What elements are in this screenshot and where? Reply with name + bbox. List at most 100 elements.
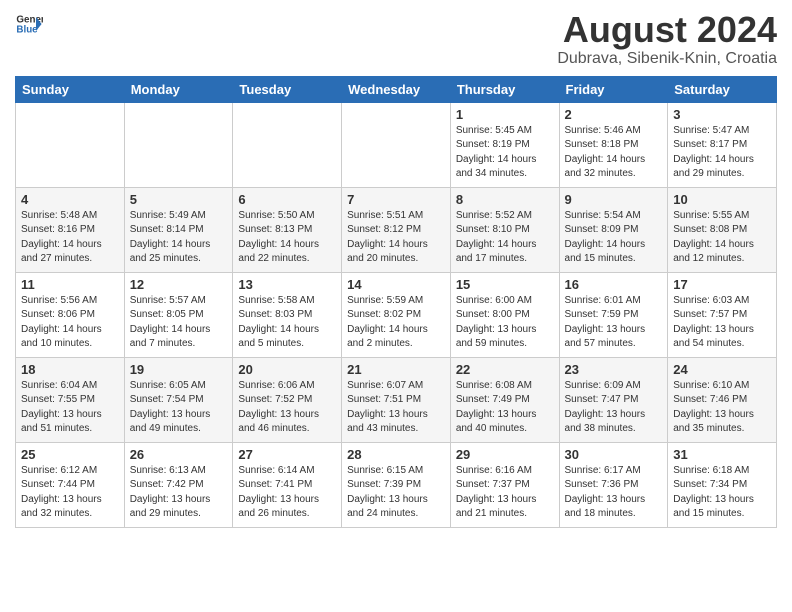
day-number: 8: [456, 192, 554, 207]
day-number: 7: [347, 192, 445, 207]
day-info: Sunrise: 5:56 AM Sunset: 8:06 PM Dayligh…: [21, 294, 119, 352]
day-info: Sunrise: 6:10 AM Sunset: 7:46 PM Dayligh…: [673, 379, 771, 437]
calendar-cell: 22 Sunrise: 6:08 AM Sunset: 7:49 PM Dayli…: [450, 357, 559, 442]
day-number: 10: [673, 192, 771, 207]
weekday-header-tuesday: Tuesday: [233, 76, 342, 102]
calendar-cell: 2Sunrise: 5:46 AM Sunset: 8:18 PM Daylig…: [559, 102, 668, 187]
calendar-cell: 20Sunrise: 6:06 AM Sunset: 7:52 PM Dayli…: [233, 357, 342, 442]
title-area: August 2024 Dubrava, Sibenik-Knin, Croat…: [557, 10, 777, 68]
location: Dubrava, Sibenik-Knin, Croatia: [557, 50, 777, 68]
day-number: 23: [565, 362, 663, 377]
day-number: 3: [673, 107, 771, 122]
calendar-cell: 4 Sunrise: 5:48 AM Sunset: 8:16 PM Daylig…: [16, 187, 125, 272]
day-number: 24: [673, 362, 771, 377]
day-info: Sunrise: 6:14 AM Sunset: 7:41 PM Dayligh…: [238, 464, 336, 522]
week-row-2: 11 Sunrise: 5:56 AM Sunset: 8:06 PM Dayli…: [16, 272, 777, 357]
calendar-cell: [233, 102, 342, 187]
day-info: Sunrise: 6:09 AM Sunset: 7:47 PM Dayligh…: [565, 379, 663, 437]
day-info: Sunrise: 6:16 AM Sunset: 7:37 PM Dayligh…: [456, 464, 554, 522]
day-number: 30: [565, 447, 663, 462]
day-info: Sunrise: 5:54 AM Sunset: 8:09 PM Dayligh…: [565, 209, 663, 267]
day-info: Sunrise: 6:04 AM Sunset: 7:55 PM Dayligh…: [21, 379, 119, 437]
header: General Blue August 2024 Dubrava, Sibeni…: [15, 10, 777, 68]
calendar-cell: 15Sunrise: 6:00 AM Sunset: 8:00 PM Dayli…: [450, 272, 559, 357]
calendar-cell: 16 Sunrise: 6:01 AM Sunset: 7:59 PM Dayli…: [559, 272, 668, 357]
day-number: 4: [21, 192, 119, 207]
day-info: Sunrise: 5:55 AM Sunset: 8:08 PM Dayligh…: [673, 209, 771, 267]
calendar-cell: 29 Sunrise: 6:16 AM Sunset: 7:37 PM Dayli…: [450, 442, 559, 527]
calendar-cell: 27Sunrise: 6:14 AM Sunset: 7:41 PM Dayli…: [233, 442, 342, 527]
calendar-cell: 14 Sunrise: 5:59 AM Sunset: 8:02 PM Dayli…: [342, 272, 451, 357]
calendar-cell: 19 Sunrise: 6:05 AM Sunset: 7:54 PM Dayli…: [124, 357, 233, 442]
weekday-header-wednesday: Wednesday: [342, 76, 451, 102]
day-info: Sunrise: 5:48 AM Sunset: 8:16 PM Dayligh…: [21, 209, 119, 267]
day-number: 15: [456, 277, 554, 292]
day-number: 31: [673, 447, 771, 462]
day-number: 25: [21, 447, 119, 462]
day-info: Sunrise: 6:12 AM Sunset: 7:44 PM Dayligh…: [21, 464, 119, 522]
calendar-cell: 1Sunrise: 5:45 AM Sunset: 8:19 PM Daylig…: [450, 102, 559, 187]
day-number: 11: [21, 277, 119, 292]
calendar-table: SundayMondayTuesdayWednesdayThursdayFrid…: [15, 76, 777, 528]
day-number: 16: [565, 277, 663, 292]
day-number: 14: [347, 277, 445, 292]
day-number: 22: [456, 362, 554, 377]
week-row-1: 4 Sunrise: 5:48 AM Sunset: 8:16 PM Daylig…: [16, 187, 777, 272]
day-number: 18: [21, 362, 119, 377]
day-info: Sunrise: 6:15 AM Sunset: 7:39 PM Dayligh…: [347, 464, 445, 522]
calendar-cell: 7 Sunrise: 5:51 AM Sunset: 8:12 PM Daylig…: [342, 187, 451, 272]
day-info: Sunrise: 6:08 AM Sunset: 7:49 PM Dayligh…: [456, 379, 554, 437]
day-number: 12: [130, 277, 228, 292]
day-info: Sunrise: 6:03 AM Sunset: 7:57 PM Dayligh…: [673, 294, 771, 352]
logo: General Blue: [15, 10, 43, 38]
calendar-cell: 5 Sunrise: 5:49 AM Sunset: 8:14 PM Daylig…: [124, 187, 233, 272]
calendar-cell: [342, 102, 451, 187]
day-info: Sunrise: 6:05 AM Sunset: 7:54 PM Dayligh…: [130, 379, 228, 437]
day-number: 29: [456, 447, 554, 462]
calendar-cell: [124, 102, 233, 187]
calendar-cell: 26 Sunrise: 6:13 AM Sunset: 7:42 PM Dayli…: [124, 442, 233, 527]
calendar-cell: 11 Sunrise: 5:56 AM Sunset: 8:06 PM Dayli…: [16, 272, 125, 357]
calendar-cell: 30Sunrise: 6:17 AM Sunset: 7:36 PM Dayli…: [559, 442, 668, 527]
calendar-cell: 17 Sunrise: 6:03 AM Sunset: 7:57 PM Dayli…: [668, 272, 777, 357]
calendar-cell: 6 Sunrise: 5:50 AM Sunset: 8:13 PM Daylig…: [233, 187, 342, 272]
svg-text:Blue: Blue: [16, 24, 38, 35]
day-info: Sunrise: 6:18 AM Sunset: 7:34 PM Dayligh…: [673, 464, 771, 522]
day-info: Sunrise: 6:01 AM Sunset: 7:59 PM Dayligh…: [565, 294, 663, 352]
day-info: Sunrise: 5:52 AM Sunset: 8:10 PM Dayligh…: [456, 209, 554, 267]
day-info: Sunrise: 5:47 AM Sunset: 8:17 PM Dayligh…: [673, 124, 771, 182]
day-info: Sunrise: 5:59 AM Sunset: 8:02 PM Dayligh…: [347, 294, 445, 352]
day-info: Sunrise: 5:50 AM Sunset: 8:13 PM Dayligh…: [238, 209, 336, 267]
day-info: Sunrise: 5:57 AM Sunset: 8:05 PM Dayligh…: [130, 294, 228, 352]
calendar-cell: 18 Sunrise: 6:04 AM Sunset: 7:55 PM Dayli…: [16, 357, 125, 442]
calendar-cell: 13 Sunrise: 5:58 AM Sunset: 8:03 PM Dayli…: [233, 272, 342, 357]
day-info: Sunrise: 6:13 AM Sunset: 7:42 PM Dayligh…: [130, 464, 228, 522]
day-number: 17: [673, 277, 771, 292]
logo-icon: General Blue: [15, 10, 43, 38]
calendar-cell: 31 Sunrise: 6:18 AM Sunset: 7:34 PM Dayli…: [668, 442, 777, 527]
calendar-cell: 9Sunrise: 5:54 AM Sunset: 8:09 PM Daylig…: [559, 187, 668, 272]
week-row-4: 25 Sunrise: 6:12 AM Sunset: 7:44 PM Dayli…: [16, 442, 777, 527]
calendar-cell: 25 Sunrise: 6:12 AM Sunset: 7:44 PM Dayli…: [16, 442, 125, 527]
calendar-cell: 3 Sunrise: 5:47 AM Sunset: 8:17 PM Daylig…: [668, 102, 777, 187]
weekday-header-thursday: Thursday: [450, 76, 559, 102]
weekday-header-sunday: Sunday: [16, 76, 125, 102]
day-info: Sunrise: 6:06 AM Sunset: 7:52 PM Dayligh…: [238, 379, 336, 437]
day-number: 21: [347, 362, 445, 377]
weekday-header-row: SundayMondayTuesdayWednesdayThursdayFrid…: [16, 76, 777, 102]
day-info: Sunrise: 5:45 AM Sunset: 8:19 PM Dayligh…: [456, 124, 554, 182]
day-info: Sunrise: 5:49 AM Sunset: 8:14 PM Dayligh…: [130, 209, 228, 267]
day-number: 26: [130, 447, 228, 462]
day-number: 2: [565, 107, 663, 122]
month-year: August 2024: [557, 10, 777, 50]
day-number: 5: [130, 192, 228, 207]
day-number: 13: [238, 277, 336, 292]
day-info: Sunrise: 5:51 AM Sunset: 8:12 PM Dayligh…: [347, 209, 445, 267]
day-info: Sunrise: 5:58 AM Sunset: 8:03 PM Dayligh…: [238, 294, 336, 352]
calendar-cell: [16, 102, 125, 187]
calendar-cell: 28Sunrise: 6:15 AM Sunset: 7:39 PM Dayli…: [342, 442, 451, 527]
day-number: 6: [238, 192, 336, 207]
day-number: 19: [130, 362, 228, 377]
calendar-cell: 8 Sunrise: 5:52 AM Sunset: 8:10 PM Daylig…: [450, 187, 559, 272]
week-row-0: 1Sunrise: 5:45 AM Sunset: 8:19 PM Daylig…: [16, 102, 777, 187]
